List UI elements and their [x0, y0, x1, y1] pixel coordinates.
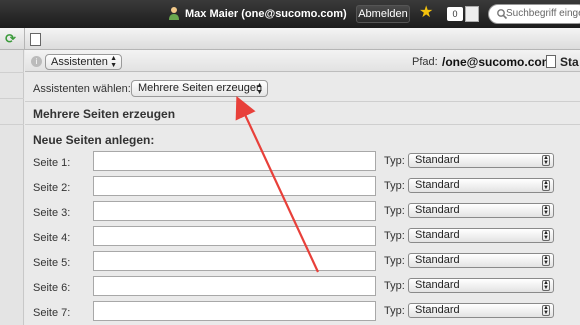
- annotation-arrow: [235, 96, 319, 273]
